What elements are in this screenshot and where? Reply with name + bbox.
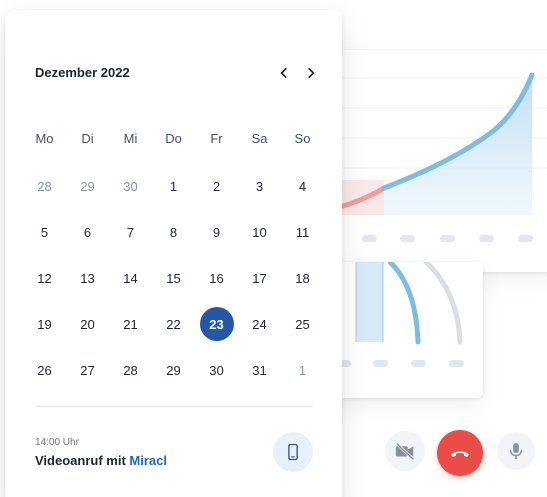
calendar-day[interactable]: 15 xyxy=(152,260,195,296)
event-title: Videoanruf mit Miracl xyxy=(35,453,167,468)
calendar-day[interactable]: 16 xyxy=(195,260,238,296)
calendar-day[interactable]: 26 xyxy=(23,352,66,388)
phone-hangup-icon xyxy=(451,451,469,457)
event-contact-link[interactable]: Miracl xyxy=(129,453,167,468)
background-gauge-card xyxy=(318,262,483,398)
previous-month-button[interactable] xyxy=(274,63,294,83)
calendar-day[interactable]: 14 xyxy=(109,260,152,296)
calendar-week: 26 27 28 29 30 31 1 xyxy=(23,352,324,388)
calendar-day[interactable]: 31 xyxy=(238,352,281,388)
calendar-day[interactable]: 21 xyxy=(109,306,152,342)
calendar-week: 12 13 14 15 16 17 18 xyxy=(23,260,324,296)
weekday-label: Sa xyxy=(251,131,268,146)
next-month-button[interactable] xyxy=(301,63,321,83)
toggle-microphone-button[interactable] xyxy=(497,432,535,470)
calendar-day[interactable]: 3 xyxy=(238,168,281,204)
x-tick-placeholder xyxy=(400,235,415,242)
gauge-graphic xyxy=(336,262,464,367)
weekday-label: Fr xyxy=(210,131,223,146)
calendar-week: 28 29 30 1 2 3 4 xyxy=(23,168,324,204)
event-title-prefix: Videoanruf mit xyxy=(35,453,126,468)
calendar-day[interactable]: 6 xyxy=(66,214,109,250)
microphone-icon xyxy=(509,443,523,459)
calendar-day-selected[interactable]: 23 xyxy=(195,306,238,342)
calendar-day-outside[interactable]: 29 xyxy=(66,168,109,204)
calendar-day[interactable]: 24 xyxy=(238,306,281,342)
weekday-label: Di xyxy=(81,131,94,146)
calendar-day[interactable]: 7 xyxy=(109,214,152,250)
calendar-day[interactable]: 13 xyxy=(66,260,109,296)
calendar-week: 19 20 21 22 23 24 25 xyxy=(23,306,324,342)
chevron-right-icon xyxy=(308,67,315,79)
smartphone-icon xyxy=(288,443,298,461)
video-off-icon xyxy=(395,442,415,461)
background-line-chart-card xyxy=(322,50,547,272)
calendar-day-outside[interactable]: 30 xyxy=(109,168,152,204)
line-chart-graphic xyxy=(322,72,547,242)
calendar-day[interactable]: 9 xyxy=(195,214,238,250)
calendar-day[interactable]: 27 xyxy=(66,352,109,388)
event-time: 14:00 Uhr xyxy=(35,437,79,448)
x-tick-placeholder xyxy=(440,235,455,242)
weekday-label: Do xyxy=(165,131,182,146)
calendar-day[interactable]: 20 xyxy=(66,306,109,342)
calendar-panel: Dezember 2022 Mo Di Mi Do Fr Sa So 28 29… xyxy=(5,10,342,497)
calendar-day[interactable]: 12 xyxy=(23,260,66,296)
calendar-day[interactable]: 2 xyxy=(195,168,238,204)
calendar-day[interactable]: 28 xyxy=(109,352,152,388)
calendar-day[interactable]: 25 xyxy=(281,306,324,342)
x-tick-placeholder xyxy=(362,235,377,242)
calendar-day-outside[interactable]: 1 xyxy=(281,352,324,388)
x-tick-placeholder xyxy=(518,235,533,242)
calendar-day[interactable]: 17 xyxy=(238,260,281,296)
calendar-month-title: Dezember 2022 xyxy=(35,65,130,80)
calendar-day[interactable]: 10 xyxy=(238,214,281,250)
calendar-day[interactable]: 11 xyxy=(281,214,324,250)
calendar-day[interactable]: 8 xyxy=(152,214,195,250)
calendar-day[interactable]: 30 xyxy=(195,352,238,388)
calendar-week: 5 6 7 8 9 10 11 xyxy=(23,214,324,250)
calendar-day[interactable]: 5 xyxy=(23,214,66,250)
calendar-day[interactable]: 19 xyxy=(23,306,66,342)
calendar-divider xyxy=(35,406,313,407)
app-stage: Dezember 2022 Mo Di Mi Do Fr Sa So 28 29… xyxy=(0,0,547,497)
weekday-header: Mo Di Mi Do Fr Sa So xyxy=(23,131,324,147)
weekday-label: Mi xyxy=(123,131,138,146)
calendar-day-outside[interactable]: 28 xyxy=(23,168,66,204)
calendar-day[interactable]: 1 xyxy=(152,168,195,204)
calendar-day[interactable]: 29 xyxy=(152,352,195,388)
hang-up-button[interactable] xyxy=(437,430,483,476)
toggle-video-button[interactable] xyxy=(385,431,425,471)
weekday-label: Mo xyxy=(35,131,54,146)
weekday-label: So xyxy=(294,131,311,146)
call-phone-button[interactable] xyxy=(273,432,313,472)
calendar-day[interactable]: 4 xyxy=(281,168,324,204)
calendar-day[interactable]: 18 xyxy=(281,260,324,296)
calendar-day[interactable]: 22 xyxy=(152,306,195,342)
x-tick-placeholder xyxy=(479,235,494,242)
chevron-left-icon xyxy=(280,67,287,79)
